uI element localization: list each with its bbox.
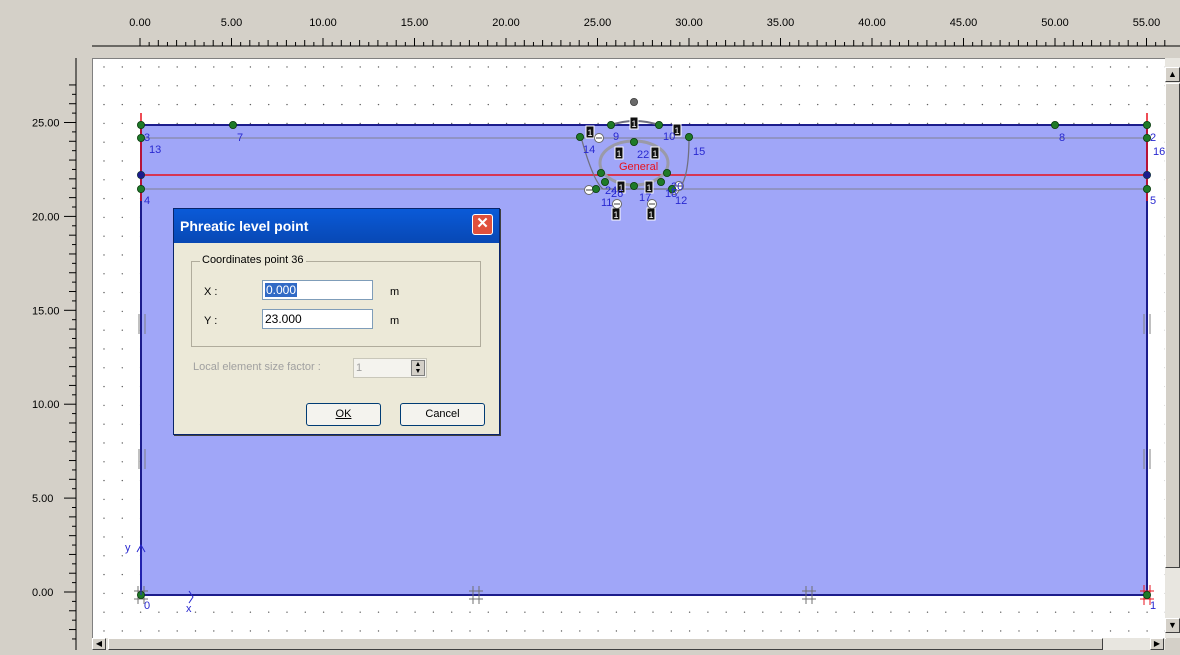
scroll-up-button[interactable]: ▲ <box>1165 67 1180 82</box>
cluster-label: General <box>619 161 658 173</box>
geometry-point[interactable] <box>630 138 639 147</box>
geometry-point[interactable] <box>137 185 146 194</box>
ruler-x-label: 5.00 <box>221 17 242 29</box>
point-label: 22 <box>637 149 649 161</box>
point-label: 4 <box>144 195 150 207</box>
phreatic-level-point-dialog: Phreatic level point ✕ Coordinates point… <box>173 208 500 435</box>
ruler-x-label: 50.00 <box>1041 17 1069 29</box>
ruler-x-label: 45.00 <box>950 17 978 29</box>
x-coordinate-input[interactable]: 0.000 <box>262 280 373 300</box>
horizontal-ruler-scale: 0.00 5.00 10.00 15.00 20.00 25.00 30.00 35.00 40… <box>92 17 1180 47</box>
phreatic-point[interactable] <box>1143 171 1151 179</box>
ruler-y-label: 15.00 <box>32 305 60 317</box>
horizontal-scrollbar[interactable]: ◀ ▶ <box>92 638 1165 650</box>
geometry-point[interactable] <box>1143 185 1152 194</box>
axis-x-label: x <box>186 603 192 615</box>
phreatic-point[interactable] <box>137 171 145 179</box>
ruler-y-label: 0.00 <box>32 587 53 599</box>
point-label: 0 <box>144 600 150 612</box>
geometry-point[interactable] <box>630 98 639 107</box>
geometry-point[interactable] <box>685 133 694 142</box>
ruler-x-label: 30.00 <box>675 17 703 29</box>
geometry-point[interactable] <box>137 121 146 130</box>
point-label: 13 <box>149 144 161 156</box>
ruler-x-label: 25.00 <box>584 17 612 29</box>
ruler-y-label: 25.00 <box>32 118 60 130</box>
ruler-x-label: 40.00 <box>858 17 886 29</box>
point-label: 10 <box>663 131 675 143</box>
scroll-right-button[interactable]: ▶ <box>1150 638 1164 650</box>
ruler-y-label: 10.00 <box>32 399 60 411</box>
cancel-button[interactable]: Cancel <box>400 403 485 426</box>
point-label: 5 <box>1150 195 1156 207</box>
ok-button[interactable]: OK <box>306 403 381 426</box>
geometry-point[interactable] <box>630 182 639 191</box>
size-factor-spinner: 1 ▲ ▼ <box>353 358 427 378</box>
coordinates-group-title: Coordinates point 36 <box>200 254 306 266</box>
geometry-point[interactable] <box>1143 591 1152 600</box>
point-label: 14 <box>583 144 595 156</box>
geometry-point[interactable] <box>1051 121 1060 130</box>
ruler-x-label: 35.00 <box>767 17 795 29</box>
dialog-title: Phreatic level point <box>180 218 309 234</box>
coordinates-group: Coordinates point 36 X : 0.000 m Y : 23.… <box>191 254 481 347</box>
ruler-y-label: 20.00 <box>32 211 60 223</box>
vertical-ruler-scale: 25.00 20.00 15.00 10.00 5.00 0.00 <box>32 58 77 650</box>
point-label: 16 <box>1153 146 1165 158</box>
cluster-number: 1 <box>631 119 636 129</box>
cluster-number: 1 <box>616 149 621 159</box>
y-coordinate-input[interactable]: 23.000 <box>262 309 373 329</box>
size-factor-label: Local element size factor : <box>193 361 321 373</box>
geometry-point[interactable] <box>575 133 584 142</box>
point-label: 1 <box>1150 600 1156 612</box>
cluster-number: 1 <box>613 210 618 220</box>
horizontal-ruler: 0.00 5.00 10.00 15.00 20.00 25.00 30.00 35.00 40… <box>0 0 1180 58</box>
point-label: 20 <box>671 181 683 193</box>
x-unit: m <box>390 286 400 298</box>
ruler-y-label: 5.00 <box>32 493 53 505</box>
geometry-point[interactable] <box>655 121 664 130</box>
scroll-left-button[interactable]: ◀ <box>92 638 106 650</box>
y-unit: m <box>390 315 400 327</box>
geometry-point[interactable] <box>591 185 600 194</box>
cluster-number: 1 <box>587 128 592 138</box>
geometry-point[interactable] <box>657 178 666 187</box>
vertical-scroll-thumb[interactable] <box>1165 83 1180 568</box>
ruler-x-label: 10.00 <box>309 17 337 29</box>
point-label: 9 <box>613 131 619 143</box>
y-label: Y : <box>204 315 218 327</box>
geometry-point[interactable] <box>663 169 672 178</box>
point-label: 2 <box>1150 132 1156 144</box>
point-label: 7 <box>237 132 243 144</box>
spinner-arrows-icon: ▲ ▼ <box>411 360 425 376</box>
y-coordinate-value: 23.000 <box>265 312 302 326</box>
scroll-down-button[interactable]: ▼ <box>1165 618 1180 633</box>
point-label: 3 <box>144 132 150 144</box>
size-factor-value: 1 <box>356 362 363 374</box>
ruler-x-label: 15.00 <box>401 17 429 29</box>
ruler-x-label: 0.00 <box>129 17 150 29</box>
axis-y-label: y <box>125 542 131 554</box>
point-label: 15 <box>693 146 705 158</box>
vertical-ruler: 25.00 20.00 15.00 10.00 5.00 0.00 <box>0 58 92 650</box>
cluster-number: 1 <box>652 149 657 159</box>
x-coordinate-value: 0.000 <box>265 283 298 297</box>
point-label: 17 <box>639 192 651 204</box>
geometry-point[interactable] <box>596 169 605 178</box>
cluster-number: 1 <box>648 210 653 220</box>
geometry-point[interactable] <box>1143 121 1152 130</box>
point-label: 8 <box>1059 132 1065 144</box>
dialog-title-bar[interactable]: Phreatic level point ✕ <box>174 209 499 243</box>
ruler-x-label: 55.00 <box>1133 17 1161 29</box>
x-label: X : <box>204 286 218 298</box>
ruler-x-label: 20.00 <box>492 17 520 29</box>
geometry-point[interactable] <box>607 121 616 130</box>
horizontal-scroll-thumb[interactable] <box>108 638 1103 650</box>
geometry-point[interactable] <box>228 121 237 130</box>
vertical-scrollbar[interactable]: ▲ ▼ <box>1165 58 1180 638</box>
point-label: 26 <box>611 188 623 200</box>
close-icon[interactable]: ✕ <box>472 214 493 235</box>
